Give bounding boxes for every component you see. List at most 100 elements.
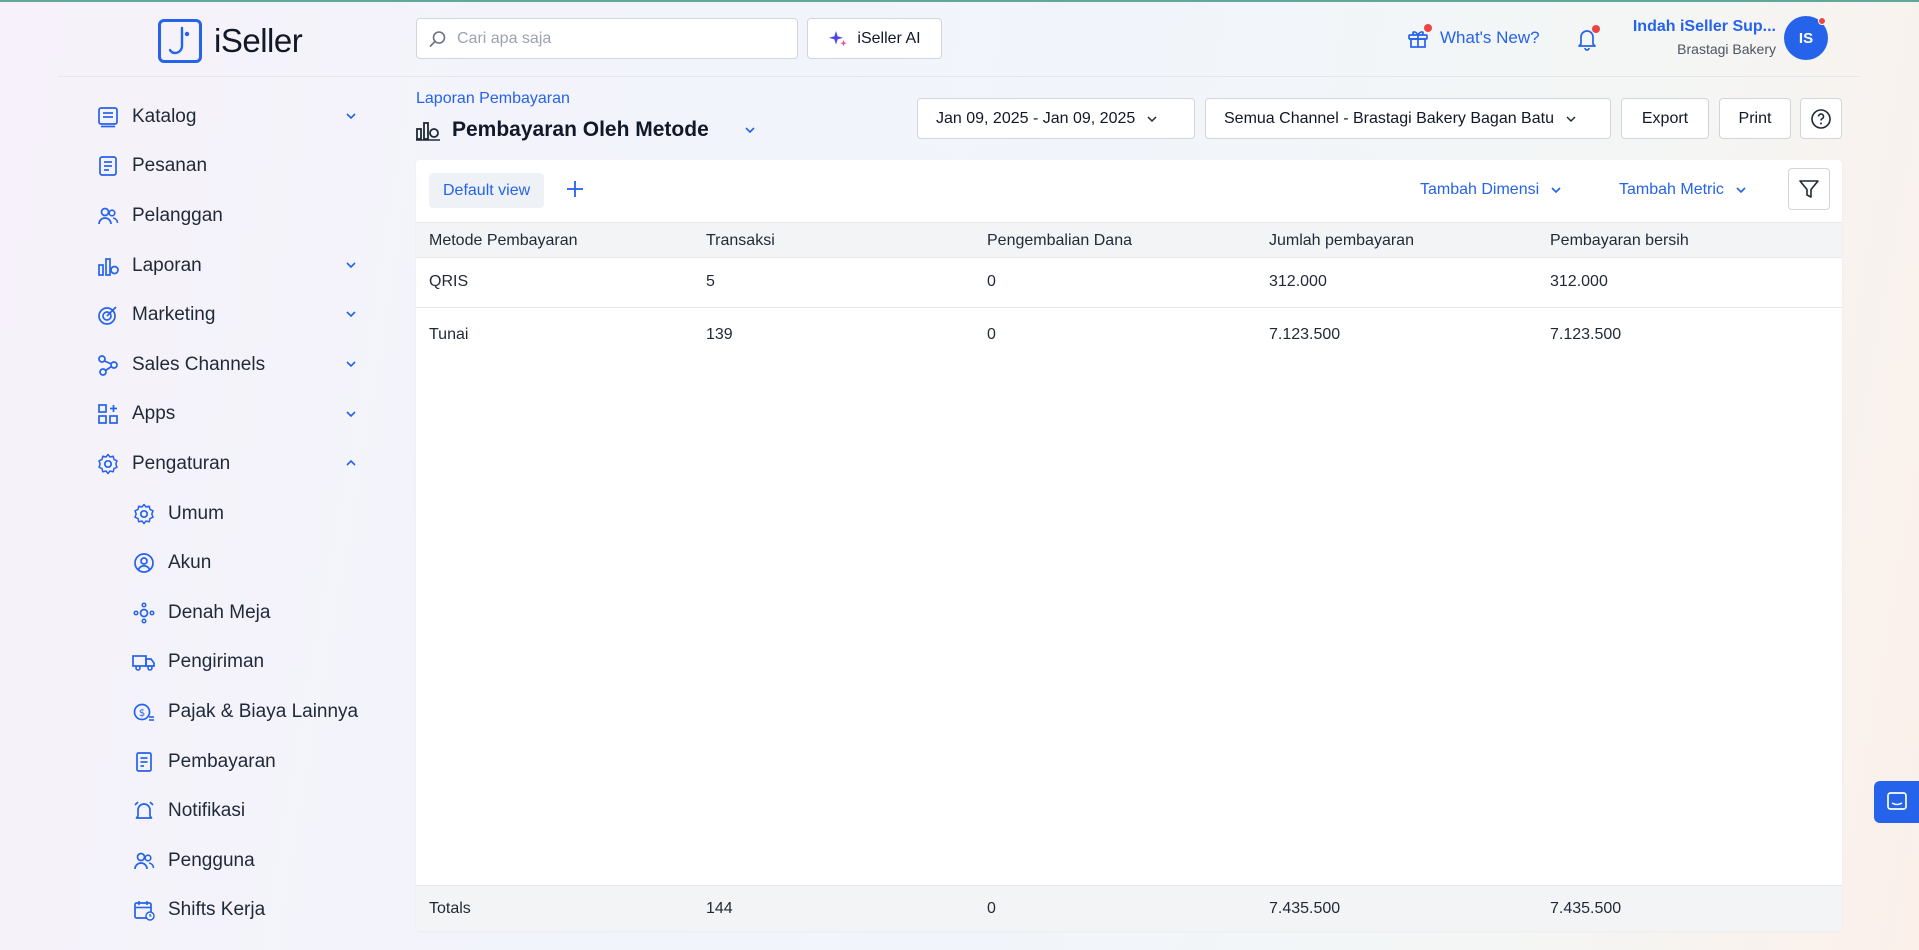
sidebar-item-katalog[interactable]: Katalog — [96, 92, 368, 142]
sidebar-subitem-label: Pembayaran — [168, 750, 276, 772]
sidebar-item-laporan[interactable]: Laporan — [96, 241, 368, 291]
search-input[interactable] — [457, 29, 777, 48]
totals-cell: 0 — [987, 900, 996, 917]
sidebar-item-apps[interactable]: Apps — [96, 390, 368, 440]
print-label: Print — [1738, 109, 1772, 127]
customers-icon — [96, 204, 120, 228]
gift-icon — [1406, 24, 1432, 50]
avatar[interactable]: IS — [1784, 16, 1828, 60]
iseller-ai-button[interactable]: iSeller AI — [807, 18, 942, 59]
sidebar-subitem-pembayaran[interactable]: Pembayaran — [96, 737, 368, 787]
help-button[interactable] — [1800, 98, 1842, 139]
page-title[interactable]: Pembayaran Oleh Metode — [416, 118, 757, 142]
catalog-icon — [96, 105, 120, 129]
sidebar-subitem-label: Shifts Kerja — [168, 899, 266, 921]
whats-new-link[interactable]: What's New? — [1406, 24, 1540, 50]
calendar-icon — [132, 898, 156, 922]
tab-default-view[interactable]: Default view — [429, 173, 545, 208]
add-dimension-dropdown[interactable]: Tambah Dimensi — [1420, 181, 1563, 199]
sidebar-item-label: Apps — [132, 403, 176, 425]
sidebar-subitem-label: Pengguna — [168, 849, 255, 871]
reports-icon — [96, 254, 120, 278]
table-layout-icon — [132, 601, 156, 625]
column-header[interactable]: Jumlah pembayaran — [1269, 232, 1414, 250]
export-label: Export — [1641, 109, 1689, 127]
table-cell: 7.123.500 — [1550, 326, 1622, 343]
orders-icon — [96, 154, 120, 178]
global-search[interactable] — [416, 18, 798, 59]
user-name: Indah iSeller Sup... — [1632, 18, 1776, 35]
sidebar-item-label: Laporan — [132, 254, 202, 276]
avatar-initials: IS — [1798, 29, 1814, 47]
app-logo[interactable]: iSeller — [158, 19, 303, 63]
add-metric-label: Tambah Metric — [1619, 181, 1724, 198]
date-range-label: Jan 09, 2025 - Jan 09, 2025 — [936, 109, 1136, 127]
avatar-badge-dot — [1818, 17, 1826, 25]
sidebar-subitem-shifts-kerja[interactable]: Shifts Kerja — [96, 886, 368, 936]
gear-icon — [132, 502, 156, 526]
sidebar-subitem-pajak[interactable]: $ Pajak & Biaya Lainnya — [96, 687, 368, 737]
filter-icon — [1799, 180, 1819, 198]
chat-support-button[interactable] — [1874, 781, 1919, 823]
sidebar-subitem-label: Pengiriman — [168, 651, 265, 673]
sidebar-item-sales-channels[interactable]: Sales Channels — [96, 340, 368, 390]
totals-cell: 7.435.500 — [1269, 900, 1341, 917]
sidebar-item-label: Pelanggan — [132, 204, 223, 226]
chevron-down-icon — [346, 311, 356, 318]
column-header[interactable]: Transaksi — [706, 232, 775, 250]
help-icon — [1811, 108, 1831, 129]
sidebar-item-pelanggan[interactable]: Pelanggan — [96, 191, 368, 241]
table-cell: 0 — [987, 326, 996, 343]
table-cell: Tunai — [429, 326, 469, 343]
channel-label: Semua Channel - Brastagi Bakery Bagan Ba… — [1224, 109, 1554, 127]
payment-icon — [132, 750, 156, 774]
chevron-down-icon — [1147, 115, 1157, 122]
add-dimension-label: Tambah Dimensi — [1420, 181, 1540, 198]
users-icon — [132, 849, 156, 873]
sidebar-subitem-label: Notifikasi — [168, 800, 246, 822]
add-metric-dropdown[interactable]: Tambah Metric — [1619, 181, 1748, 199]
export-button[interactable]: Export — [1621, 98, 1709, 139]
print-button[interactable]: Print — [1719, 98, 1791, 139]
sidebar-subitem-pengiriman[interactable]: Pengiriman — [96, 638, 368, 688]
user-menu[interactable]: Indah iSeller Sup... Brastagi Bakery — [1580, 18, 1776, 57]
sidebar-item-label: Sales Channels — [132, 353, 266, 375]
sidebar-subitem-pengguna[interactable]: Pengguna — [96, 836, 368, 886]
sidebar-subitem-label: Umum — [168, 502, 224, 524]
date-range-picker[interactable]: Jan 09, 2025 - Jan 09, 2025 — [917, 98, 1195, 139]
sparkle-icon — [829, 30, 848, 46]
channel-selector[interactable]: Semua Channel - Brastagi Bakery Bagan Ba… — [1205, 98, 1611, 139]
chevron-down-icon — [346, 113, 356, 120]
column-header[interactable]: Pembayaran bersih — [1550, 232, 1689, 250]
chevron-down-icon — [346, 410, 356, 417]
sidebar: Katalog Pesanan Pelanggan Laporan Market… — [96, 92, 368, 935]
whats-new-badge-dot — [1424, 24, 1432, 32]
chevron-down-icon — [346, 361, 356, 368]
breadcrumb[interactable]: Laporan Pembayaran — [416, 90, 570, 108]
table-row[interactable]: Tunai 139 0 7.123.500 7.123.500 — [416, 308, 1842, 360]
sidebar-item-marketing[interactable]: Marketing — [96, 290, 368, 340]
column-header[interactable]: Metode Pembayaran — [429, 232, 578, 250]
logo-text: iSeller — [214, 22, 303, 59]
sidebar-item-pengaturan[interactable]: Pengaturan — [96, 439, 368, 489]
ai-button-label: iSeller AI — [857, 29, 921, 47]
chevron-down-icon[interactable] — [743, 123, 757, 137]
report-card: Default view Tambah Dimensi Tambah Metri… — [416, 160, 1842, 931]
chevron-down-icon — [346, 262, 356, 268]
filter-button[interactable] — [1788, 168, 1830, 210]
table-row[interactable]: QRIS 5 0 312.000 312.000 — [416, 258, 1842, 308]
marketing-icon — [96, 303, 120, 327]
sidebar-item-pesanan[interactable]: Pesanan — [96, 142, 368, 192]
sidebar-subitem-umum[interactable]: Umum — [96, 489, 368, 539]
column-header[interactable]: Pengembalian Dana — [987, 232, 1132, 250]
page-title-text: Pembayaran Oleh Metode — [452, 118, 709, 141]
sidebar-subitem-akun[interactable]: Akun — [96, 538, 368, 588]
plus-icon — [567, 181, 583, 197]
totals-label: Totals — [429, 900, 471, 917]
user-circle-icon — [132, 551, 156, 575]
sidebar-subitem-label: Pajak & Biaya Lainnya — [168, 700, 359, 722]
apps-icon — [96, 402, 120, 426]
sidebar-subitem-denah-meja[interactable]: Denah Meja — [96, 588, 368, 638]
sidebar-subitem-notifikasi[interactable]: Notifikasi — [96, 786, 368, 836]
add-view-button[interactable] — [564, 178, 586, 205]
